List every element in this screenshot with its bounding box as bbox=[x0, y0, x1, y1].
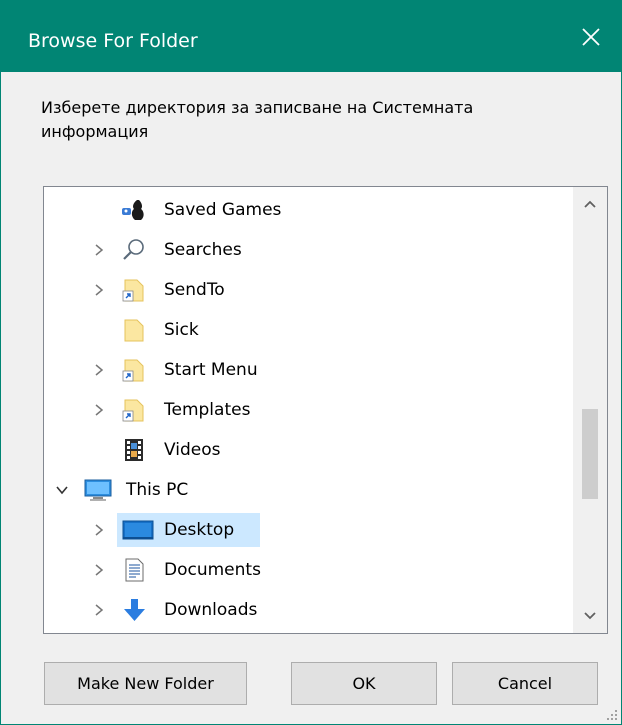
chevron-up-icon bbox=[584, 200, 596, 208]
saved-games-icon bbox=[122, 200, 144, 220]
browse-for-folder-dialog: Browse For Folder Изберете директория за… bbox=[0, 0, 622, 725]
folder-tree[interactable]: Saved Games Searches SendTo Sick Start M… bbox=[43, 186, 608, 634]
tree-item-label: SendTo bbox=[164, 280, 225, 300]
tree-item-label: This PC bbox=[126, 480, 189, 500]
search-icon bbox=[123, 239, 144, 260]
download-arrow-icon bbox=[124, 599, 145, 621]
tree-item-label: Searches bbox=[164, 240, 242, 260]
resize-grip-icon[interactable] bbox=[605, 708, 619, 722]
folder-icon bbox=[124, 319, 144, 342]
desktop-icon bbox=[122, 520, 154, 540]
tree-item-sick[interactable]: Sick bbox=[44, 311, 565, 349]
film-icon bbox=[125, 439, 143, 461]
documents-icon bbox=[125, 558, 144, 582]
tree-item-label: Downloads bbox=[164, 600, 258, 620]
tree-item-saved-games[interactable]: Saved Games bbox=[44, 191, 565, 229]
tree-item-this-pc[interactable]: This PC bbox=[44, 471, 565, 509]
shortcut-folder-icon bbox=[122, 359, 144, 382]
close-icon bbox=[582, 27, 600, 46]
chevron-right-icon[interactable] bbox=[93, 562, 105, 578]
tree-item-label: Documents bbox=[164, 560, 261, 580]
chevron-right-icon[interactable] bbox=[93, 242, 105, 258]
tree-item-label: Templates bbox=[164, 400, 251, 420]
chevron-down-icon[interactable] bbox=[54, 482, 70, 498]
make-new-folder-button[interactable]: Make New Folder bbox=[44, 662, 247, 705]
tree-item-templates[interactable]: Templates bbox=[44, 391, 565, 429]
computer-icon bbox=[84, 479, 112, 501]
chevron-right-icon[interactable] bbox=[93, 362, 105, 378]
title-bar[interactable]: Browse For Folder bbox=[1, 1, 621, 72]
tree-item-label: Desktop bbox=[164, 520, 235, 540]
tree-item-desktop[interactable]: Desktop bbox=[44, 511, 565, 549]
tree-item-videos[interactable]: Videos bbox=[44, 431, 565, 469]
chevron-right-icon[interactable] bbox=[93, 602, 105, 618]
instruction-text: Изберете директория за записване на Сист… bbox=[41, 98, 474, 141]
scroll-up-button[interactable] bbox=[573, 187, 607, 221]
tree-item-documents[interactable]: Documents bbox=[44, 551, 565, 589]
tree-item-label: Sick bbox=[164, 320, 199, 340]
chevron-right-icon[interactable] bbox=[93, 282, 105, 298]
ok-button[interactable]: OK bbox=[291, 662, 437, 705]
tree-item-sendto[interactable]: SendTo bbox=[44, 271, 565, 309]
tree-item-downloads[interactable]: Downloads bbox=[44, 591, 565, 629]
chevron-right-icon[interactable] bbox=[93, 402, 105, 418]
shortcut-folder-icon bbox=[122, 399, 144, 422]
close-button[interactable] bbox=[561, 1, 621, 72]
tree-item-label: Saved Games bbox=[164, 200, 282, 220]
vertical-scrollbar[interactable] bbox=[573, 187, 607, 633]
chevron-right-icon[interactable] bbox=[93, 522, 105, 538]
scroll-down-button[interactable] bbox=[573, 599, 607, 633]
scroll-thumb[interactable] bbox=[582, 409, 598, 499]
tree-item-label: Videos bbox=[164, 440, 221, 460]
chevron-down-icon bbox=[584, 612, 596, 620]
window-title: Browse For Folder bbox=[28, 30, 198, 52]
cancel-button[interactable]: Cancel bbox=[452, 662, 598, 705]
tree-item-start-menu[interactable]: Start Menu bbox=[44, 351, 565, 389]
shortcut-folder-icon bbox=[122, 279, 144, 302]
tree-item-searches[interactable]: Searches bbox=[44, 231, 565, 269]
tree-item-label: Start Menu bbox=[164, 360, 258, 380]
